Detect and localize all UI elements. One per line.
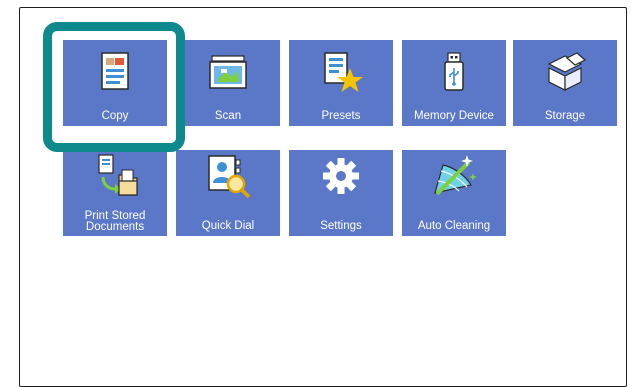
print-stored-documents-icon: [63, 152, 167, 200]
scan-button[interactable]: Scan: [176, 40, 280, 126]
auto-cleaning-button[interactable]: Auto Cleaning: [402, 150, 506, 236]
copy-icon: [63, 48, 167, 96]
auto-cleaning-label: Auto Cleaning: [417, 220, 491, 232]
quick-dial-label: Quick Dial: [201, 220, 255, 232]
quick-dial-icon: [176, 152, 280, 200]
memory-device-label: Memory Device: [414, 110, 494, 122]
usb-memory-icon: [402, 48, 506, 96]
gear-icon: [289, 152, 393, 200]
storage-button[interactable]: Storage: [513, 40, 617, 126]
presets-label: Presets: [321, 110, 361, 122]
storage-box-icon: [513, 48, 617, 96]
copy-label: Copy: [101, 110, 129, 122]
auto-cleaning-icon: [402, 152, 506, 200]
storage-label: Storage: [544, 110, 586, 122]
copy-button[interactable]: Copy: [63, 40, 167, 126]
settings-label: Settings: [320, 220, 362, 232]
print-stored-documents-button[interactable]: Print Stored Documents: [63, 150, 167, 236]
presets-icon: [289, 48, 393, 96]
scan-label: Scan: [214, 110, 242, 122]
quick-dial-button[interactable]: Quick Dial: [176, 150, 280, 236]
settings-button[interactable]: Settings: [289, 150, 393, 236]
memory-device-button[interactable]: Memory Device: [402, 40, 506, 126]
print-stored-documents-label: Print Stored Documents: [84, 210, 146, 233]
scan-icon: [176, 48, 280, 96]
presets-button[interactable]: Presets: [289, 40, 393, 126]
